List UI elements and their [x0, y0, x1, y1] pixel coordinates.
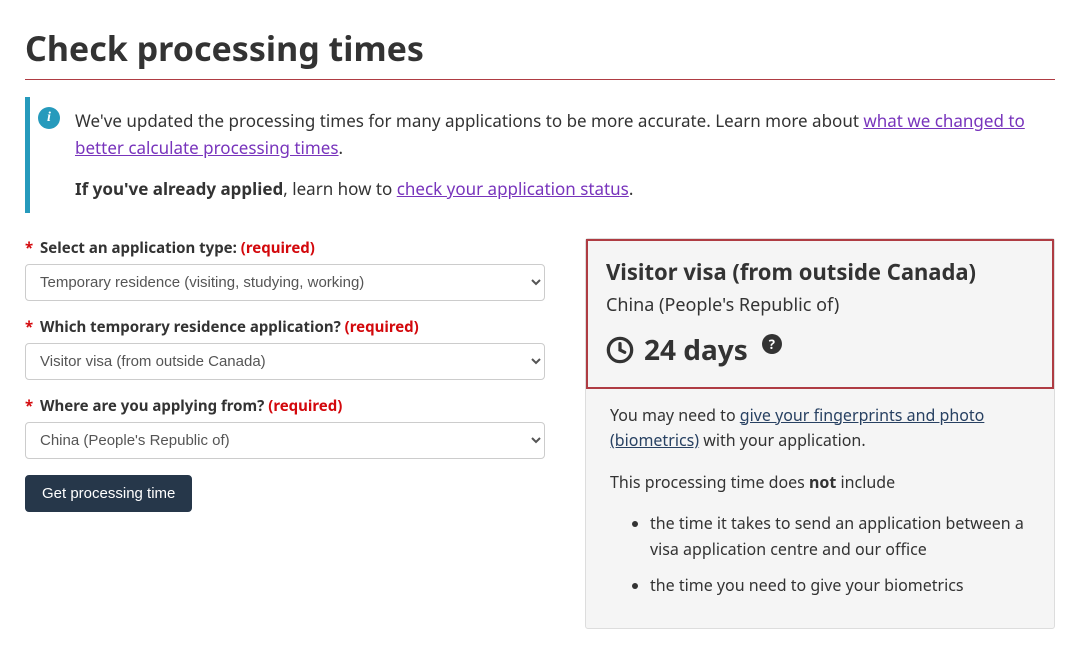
- info-alert: i We've updated the processing times for…: [25, 97, 1055, 213]
- help-icon[interactable]: ?: [762, 334, 782, 354]
- form-column: * Select an application type: (required)…: [25, 238, 545, 630]
- result-exclusion-list: the time it takes to send an application…: [610, 511, 1030, 598]
- label-applying-from: * Where are you applying from? (required…: [25, 396, 545, 416]
- label-text: Where are you applying from?: [40, 396, 264, 416]
- link-check-status[interactable]: check your application status: [397, 177, 629, 200]
- label-text: Which temporary residence application?: [40, 317, 341, 337]
- text: You may need to: [610, 404, 740, 426]
- result-body: You may need to give your fingerprints a…: [610, 403, 1030, 599]
- required-text: (required): [268, 396, 342, 416]
- info-paragraph-1: We've updated the processing times for m…: [75, 107, 1055, 161]
- result-time-value: 24 days: [644, 331, 748, 369]
- info-strong: If you've already applied: [75, 177, 283, 200]
- select-application-type[interactable]: Temporary residence (visiting, studying,…: [25, 264, 545, 301]
- page-title: Check processing times: [25, 25, 1055, 80]
- clock-icon: [606, 336, 634, 364]
- required-star: *: [25, 238, 33, 258]
- strong-text: not: [809, 471, 836, 493]
- info-text: , learn how to: [283, 177, 397, 200]
- result-panel: Visitor visa (from outside Canada) China…: [585, 238, 1055, 630]
- result-not-include-text: This processing time does not include: [610, 470, 1030, 496]
- select-applying-from[interactable]: China (People's Republic of): [25, 422, 545, 459]
- info-text: .: [629, 177, 634, 200]
- result-highlight-box: Visitor visa (from outside Canada) China…: [586, 239, 1054, 389]
- required-text: (required): [241, 238, 315, 258]
- info-icon: i: [38, 107, 60, 129]
- result-country: China (People's Republic of): [606, 293, 1034, 317]
- required-text: (required): [345, 317, 419, 337]
- info-text: We've updated the processing times for m…: [75, 109, 863, 132]
- label-application-type: * Select an application type: (required): [25, 238, 545, 258]
- result-time-row: 24 days ?: [606, 331, 1034, 369]
- list-item: the time it takes to send an application…: [650, 511, 1030, 562]
- required-star: *: [25, 396, 33, 416]
- get-processing-time-button[interactable]: Get processing time: [25, 475, 192, 512]
- info-text: .: [339, 136, 344, 159]
- result-biometrics-text: You may need to give your fingerprints a…: [610, 403, 1030, 454]
- label-temp-residence-app: * Which temporary residence application?…: [25, 317, 545, 337]
- select-temp-residence-app[interactable]: Visitor visa (from outside Canada): [25, 343, 545, 380]
- text: This processing time does: [610, 471, 809, 493]
- text: with your application.: [699, 429, 866, 451]
- result-title: Visitor visa (from outside Canada): [606, 257, 1034, 287]
- required-star: *: [25, 317, 33, 337]
- label-text: Select an application type:: [40, 238, 237, 258]
- info-paragraph-2: If you've already applied, learn how to …: [75, 175, 1055, 202]
- list-item: the time you need to give your biometric…: [650, 573, 1030, 599]
- text: include: [836, 471, 895, 493]
